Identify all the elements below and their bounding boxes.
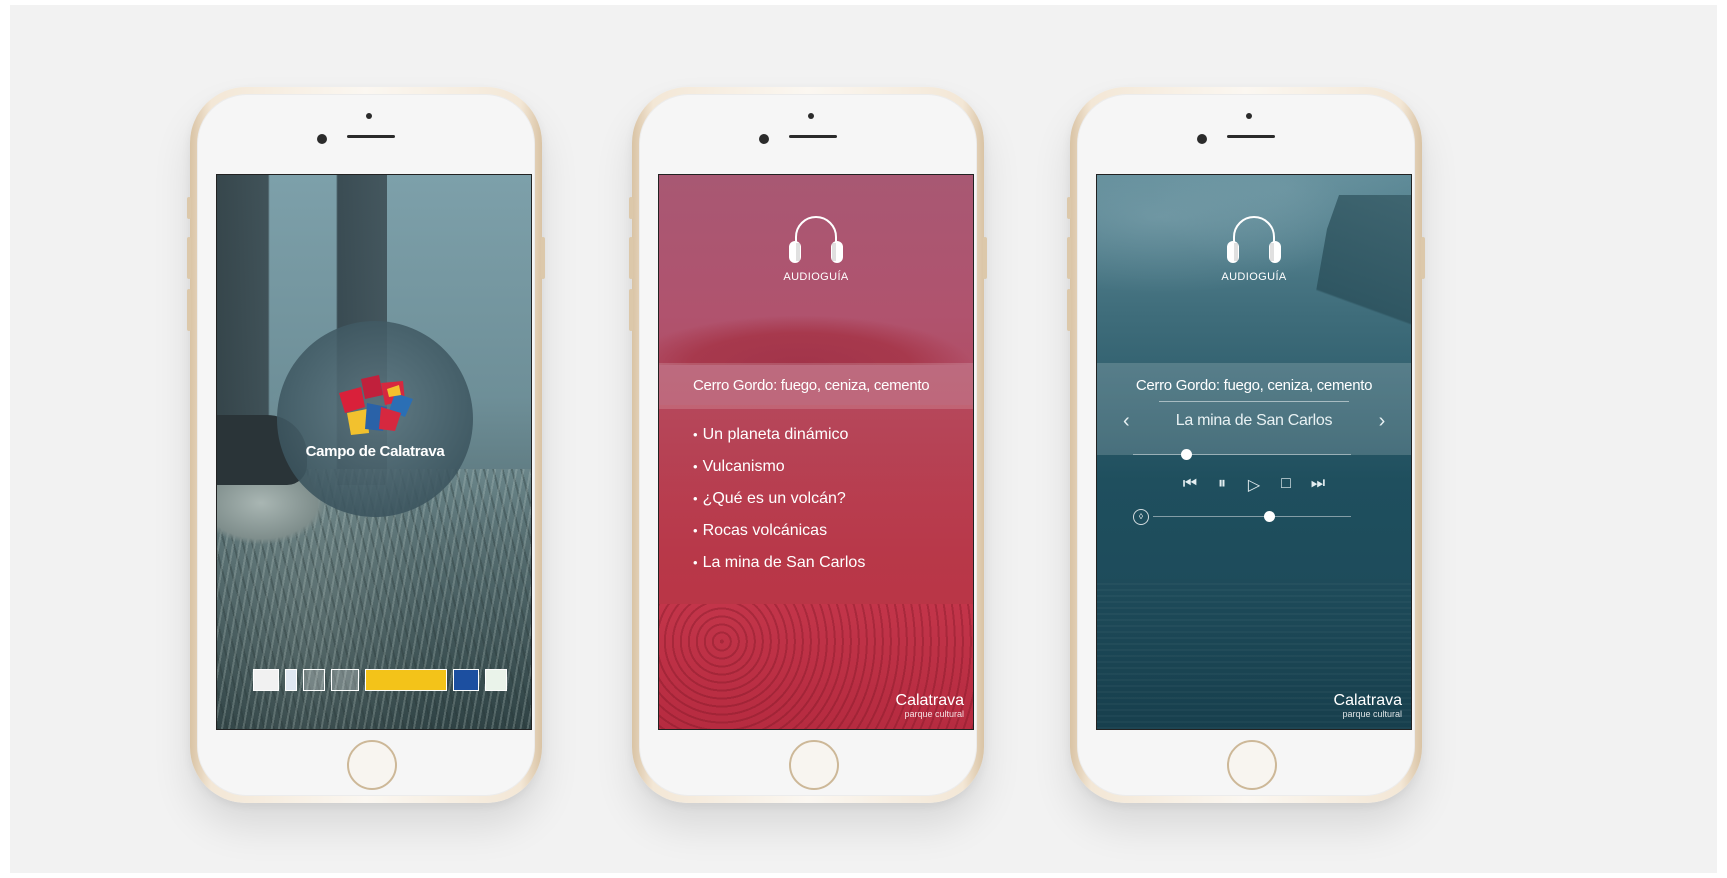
audioguide-header: AUDIOGUÍA	[1097, 211, 1411, 283]
chevron-right-icon[interactable]: ›	[1379, 410, 1386, 432]
volume-slider[interactable]	[1153, 511, 1351, 522]
list-item[interactable]: • La mina de San Carlos	[693, 547, 865, 579]
sponsor-logo-2	[285, 669, 297, 691]
bullet: •	[693, 491, 698, 506]
proximity-sensor	[808, 113, 814, 119]
volume-up-button	[629, 237, 633, 279]
brand-subtitle: parque cultural	[904, 709, 964, 719]
list-item[interactable]: • Un planeta dinámico	[693, 419, 865, 451]
phone-face: Campo de Calatrava	[197, 94, 535, 796]
list-item-label: La mina de San Carlos	[702, 554, 866, 571]
divider	[1159, 401, 1349, 402]
mute-switch	[629, 197, 633, 219]
stop-icon[interactable]: □	[1276, 475, 1296, 495]
list-item[interactable]: • Vulcanismo	[693, 451, 865, 483]
bullet: •	[693, 427, 698, 442]
power-button	[1421, 237, 1425, 279]
audioguide-menu-screen: AUDIOGUÍA Cerro Gordo: fuego, ceniza, ce…	[658, 174, 974, 730]
phone-face: AUDIOGUÍA Cerro Gordo: fuego, ceniza, ce…	[639, 94, 977, 796]
power-button	[541, 237, 545, 279]
mute-switch	[1067, 197, 1071, 219]
bullet: •	[693, 459, 698, 474]
bullet: •	[693, 555, 698, 570]
now-playing-panel: Cerro Gordo: fuego, ceniza, cemento ‹ La…	[1097, 363, 1411, 455]
bullet: •	[693, 523, 698, 538]
brand-subtitle: parque cultural	[1342, 709, 1402, 719]
earpiece-speaker	[347, 135, 395, 138]
list-item-label: Un planeta dinámico	[702, 426, 849, 443]
track-name: La mina de San Carlos	[1175, 412, 1333, 429]
chevron-left-icon[interactable]: ‹	[1123, 410, 1130, 432]
pause-icon[interactable]: ⏸	[1212, 475, 1232, 495]
headphones-icon	[1227, 216, 1281, 263]
background-photo-hill	[659, 315, 973, 365]
brand-logo: Calatrava parque cultural	[896, 692, 964, 719]
campo-de-calatrava-logo-icon	[339, 375, 413, 435]
sponsor-logo-7	[485, 669, 507, 691]
list-item-label: ¿Qué es un volcán?	[702, 490, 846, 507]
audioguide-header: AUDIOGUÍA	[659, 211, 973, 283]
phone-face: AUDIOGUÍA Cerro Gordo: fuego, ceniza, ce…	[1077, 94, 1415, 796]
sponsor-logo-5	[365, 669, 447, 691]
mute-switch	[187, 197, 191, 219]
sponsor-logo-3	[303, 669, 325, 691]
logo-text: Campo de Calatrava	[305, 443, 445, 460]
phone-mockup-2: AUDIOGUÍA Cerro Gordo: fuego, ceniza, ce…	[629, 87, 987, 803]
list-item-label: Vulcanismo	[702, 458, 785, 475]
volume-down-button	[1067, 289, 1071, 331]
rewind-icon[interactable]: ⏮	[1180, 475, 1200, 495]
chapter-list: • Un planeta dinámico • Vulcanismo • ¿Qué e…	[693, 419, 865, 579]
proximity-sensor	[1246, 113, 1252, 119]
play-icon[interactable]: ▷	[1244, 475, 1264, 495]
brand-logo: Calatrava parque cultural	[1334, 692, 1402, 719]
progress-slider-handle[interactable]	[1180, 449, 1192, 460]
headphones-icon	[789, 216, 843, 263]
proximity-sensor	[366, 113, 372, 119]
sponsor-logo-6	[453, 669, 479, 691]
progress-slider[interactable]	[1133, 449, 1351, 460]
earpiece-speaker	[1227, 135, 1275, 138]
home-button[interactable]	[1227, 740, 1277, 790]
front-camera	[1197, 134, 1207, 144]
brand-name: Calatrava	[1333, 692, 1402, 709]
sponsor-logos-bar	[253, 669, 507, 691]
power-button	[983, 237, 987, 279]
list-item[interactable]: • ¿Qué es un volcán?	[693, 483, 865, 515]
brand-name: Calatrava	[895, 692, 964, 709]
playback-controls: ⏮ ⏸ ▷ □ ⏭	[1097, 475, 1411, 495]
sponsor-logo-4	[331, 669, 359, 691]
volume-slider-handle[interactable]	[1263, 511, 1275, 522]
home-button[interactable]	[789, 740, 839, 790]
front-camera	[317, 134, 327, 144]
phone-mockup-3: AUDIOGUÍA Cerro Gordo: fuego, ceniza, ce…	[1067, 87, 1425, 803]
audioguide-label: AUDIOGUÍA	[783, 271, 849, 283]
sponsor-logo-1	[253, 669, 279, 691]
volume-down-button	[629, 289, 633, 331]
list-item[interactable]: • Rocas volcánicas	[693, 515, 865, 547]
splash-screen[interactable]: Campo de Calatrava	[216, 174, 532, 730]
logo-badge: Campo de Calatrava	[277, 321, 473, 517]
home-button[interactable]	[347, 740, 397, 790]
volume-up-button	[187, 237, 191, 279]
track-navigator: ‹ La mina de San Carlos ›	[1097, 410, 1411, 434]
audioguide-player-screen: AUDIOGUÍA Cerro Gordo: fuego, ceniza, ce…	[1096, 174, 1412, 730]
section-title: Cerro Gordo: fuego, ceniza, cemento	[659, 363, 973, 409]
list-item-label: Rocas volcánicas	[702, 522, 828, 539]
volume-up-button	[1067, 237, 1071, 279]
earpiece-speaker	[789, 135, 837, 138]
fast-forward-icon[interactable]: ⏭	[1308, 475, 1328, 495]
mockup-stage: Campo de Calatrava AUDIOGUÍA Cerro Gordo…	[10, 5, 1717, 873]
volume-down-button	[187, 289, 191, 331]
volume-icon: ◊	[1133, 509, 1149, 525]
section-title: Cerro Gordo: fuego, ceniza, cemento	[1135, 377, 1373, 394]
audioguide-label: AUDIOGUÍA	[1221, 271, 1287, 283]
front-camera	[759, 134, 769, 144]
phone-mockup-1: Campo de Calatrava	[187, 87, 545, 803]
